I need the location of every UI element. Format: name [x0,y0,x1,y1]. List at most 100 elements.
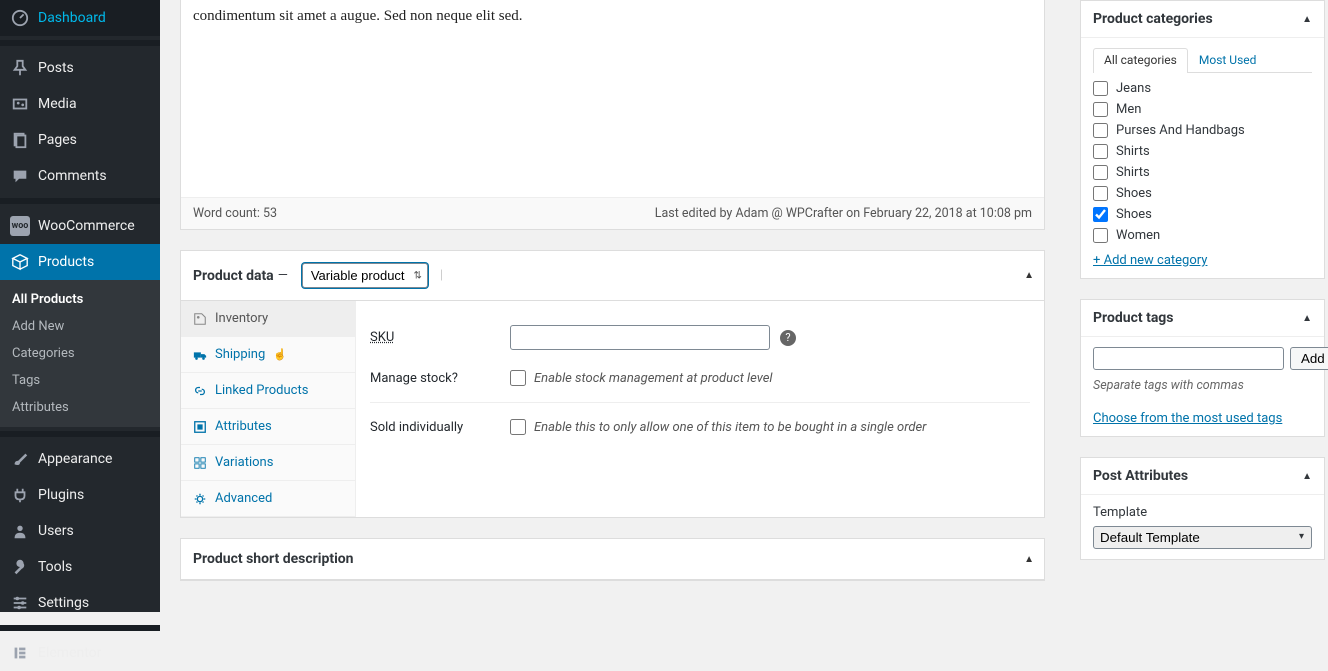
manage-stock-label: Manage stock? [370,371,510,386]
post-attributes-box: Post Attributes ▲ Template Default Templ… [1080,457,1325,560]
separator [0,40,160,46]
comment-icon [10,166,30,186]
category-item[interactable]: Jeans [1093,81,1312,96]
sidebar-item-plugins[interactable]: Plugins [0,477,160,513]
admin-sidebar: Dashboard Posts Media Pages Comments woo… [0,0,160,612]
sidebar-label: Posts [38,60,74,76]
product-data-title: Product data [193,268,274,284]
category-list: Jeans Men Purses And Handbags Shirts Shirts S… [1093,81,1312,243]
category-checkbox[interactable] [1093,186,1108,201]
category-item[interactable]: Shirts [1093,165,1312,180]
category-item[interactable]: Shoes [1093,207,1312,222]
category-item[interactable]: Shirts [1093,144,1312,159]
metabox-toggle-icon[interactable]: ▲ [1302,471,1312,482]
sidebar-item-users[interactable]: Users [0,513,160,549]
submenu-all-products[interactable]: All Products [0,286,160,313]
manage-stock-desc: Enable stock management at product level [534,371,772,386]
add-new-category-link[interactable]: + Add new category [1093,253,1207,268]
category-item[interactable]: Shoes [1093,186,1312,201]
tab-all-categories[interactable]: All categories [1093,48,1188,73]
submenu-tags[interactable]: Tags [0,367,160,394]
category-checkbox[interactable] [1093,123,1108,138]
tab-linked-products[interactable]: Linked Products [181,373,355,409]
panel-toggle-icon[interactable]: ▲ [1024,270,1034,281]
category-label: Shirts [1116,144,1150,159]
tab-label: Advanced [215,491,272,506]
categories-title-text: Product categories [1093,11,1213,27]
sidebar-item-settings[interactable]: Settings [0,585,160,621]
sidebar-item-elementor[interactable]: Elementor [0,635,160,671]
template-label: Template [1093,505,1312,520]
sidebar-label: Comments [38,168,107,184]
manage-stock-checkbox[interactable] [510,370,526,386]
sidebar-item-products[interactable]: Products [0,244,160,280]
tab-shipping[interactable]: Shipping ☝ [181,337,355,373]
submenu-categories[interactable]: Categories [0,340,160,367]
metabox-toggle-icon[interactable]: ▲ [1302,313,1312,324]
add-tag-button[interactable]: Add [1290,347,1328,370]
word-count: Word count: 53 [193,206,277,221]
category-label: Men [1116,102,1141,117]
sidebar-item-appearance[interactable]: Appearance [0,441,160,477]
choose-used-tags-link[interactable]: Choose from the most used tags [1093,411,1282,426]
sidebar-item-tools[interactable]: Tools [0,549,160,585]
panel-toggle-icon[interactable]: ▲ [1024,554,1034,565]
category-item[interactable]: Purses And Handbags [1093,123,1312,138]
tab-inventory[interactable]: Inventory [181,301,355,337]
tab-most-used[interactable]: Most Used [1188,48,1268,73]
dashboard-icon [10,8,30,28]
tab-attributes[interactable]: Attributes [181,409,355,445]
category-checkbox[interactable] [1093,207,1108,222]
tab-label: Variations [215,455,273,470]
sidebar-item-dashboard[interactable]: Dashboard [0,0,160,36]
metabox-toggle-icon[interactable]: ▲ [1302,14,1312,25]
grid-icon [193,456,207,470]
category-label: Jeans [1116,81,1151,96]
tags-title-text: Product tags [1093,310,1174,326]
tags-title: Product tags ▲ [1081,300,1324,337]
brush-icon [10,449,30,469]
tab-advanced[interactable]: Advanced [181,481,355,517]
category-checkbox[interactable] [1093,81,1108,96]
truck-icon [193,348,207,362]
inventory-tab-content: SKU ? Manage stock? Enable stock managem… [356,301,1044,517]
category-item[interactable]: Women [1093,228,1312,243]
category-checkbox[interactable] [1093,102,1108,117]
woocommerce-icon: woo [10,216,30,236]
category-checkbox[interactable] [1093,144,1108,159]
content-editor[interactable]: condimentum sit amet a augue. Sed non ne… [181,0,1044,197]
sidebar-item-pages[interactable]: Pages [0,122,160,158]
submenu-attributes[interactable]: Attributes [0,394,160,421]
tab-variations[interactable]: Variations [181,445,355,481]
sku-input[interactable] [510,325,770,350]
help-icon[interactable]: ? [780,330,796,346]
sidebar-label: Settings [38,595,89,611]
category-checkbox[interactable] [1093,165,1108,180]
sidebar-item-media[interactable]: Media [0,86,160,122]
product-type-select[interactable]: Variable product [302,263,428,288]
products-icon [10,252,30,272]
tag-input[interactable] [1093,347,1284,370]
sidebar-item-posts[interactable]: Posts [0,50,160,86]
submenu-add-new[interactable]: Add New [0,313,160,340]
category-tabs: All categories Most Used [1093,48,1312,73]
content-editor-box: condimentum sit amet a augue. Sed non ne… [180,0,1045,230]
sidebar-label: WooCommerce [38,218,135,234]
sidebar-item-woocommerce[interactable]: woo WooCommerce [0,208,160,244]
category-checkbox[interactable] [1093,228,1108,243]
category-label: Purses And Handbags [1116,123,1245,138]
category-item[interactable]: Men [1093,102,1312,117]
template-select[interactable]: Default Template [1093,526,1312,549]
sidebar-label: Elementor [38,645,101,661]
category-label: Shoes [1116,186,1152,201]
category-label: Women [1116,228,1160,243]
user-icon [10,521,30,541]
plug-icon [10,485,30,505]
tab-label: Shipping [215,347,265,362]
post-attributes-title: Post Attributes ▲ [1081,458,1324,495]
sku-row: SKU ? [370,315,1030,360]
tab-label: Linked Products [215,383,308,398]
media-icon [10,94,30,114]
sidebar-item-comments[interactable]: Comments [0,158,160,194]
sold-individually-checkbox[interactable] [510,419,526,435]
